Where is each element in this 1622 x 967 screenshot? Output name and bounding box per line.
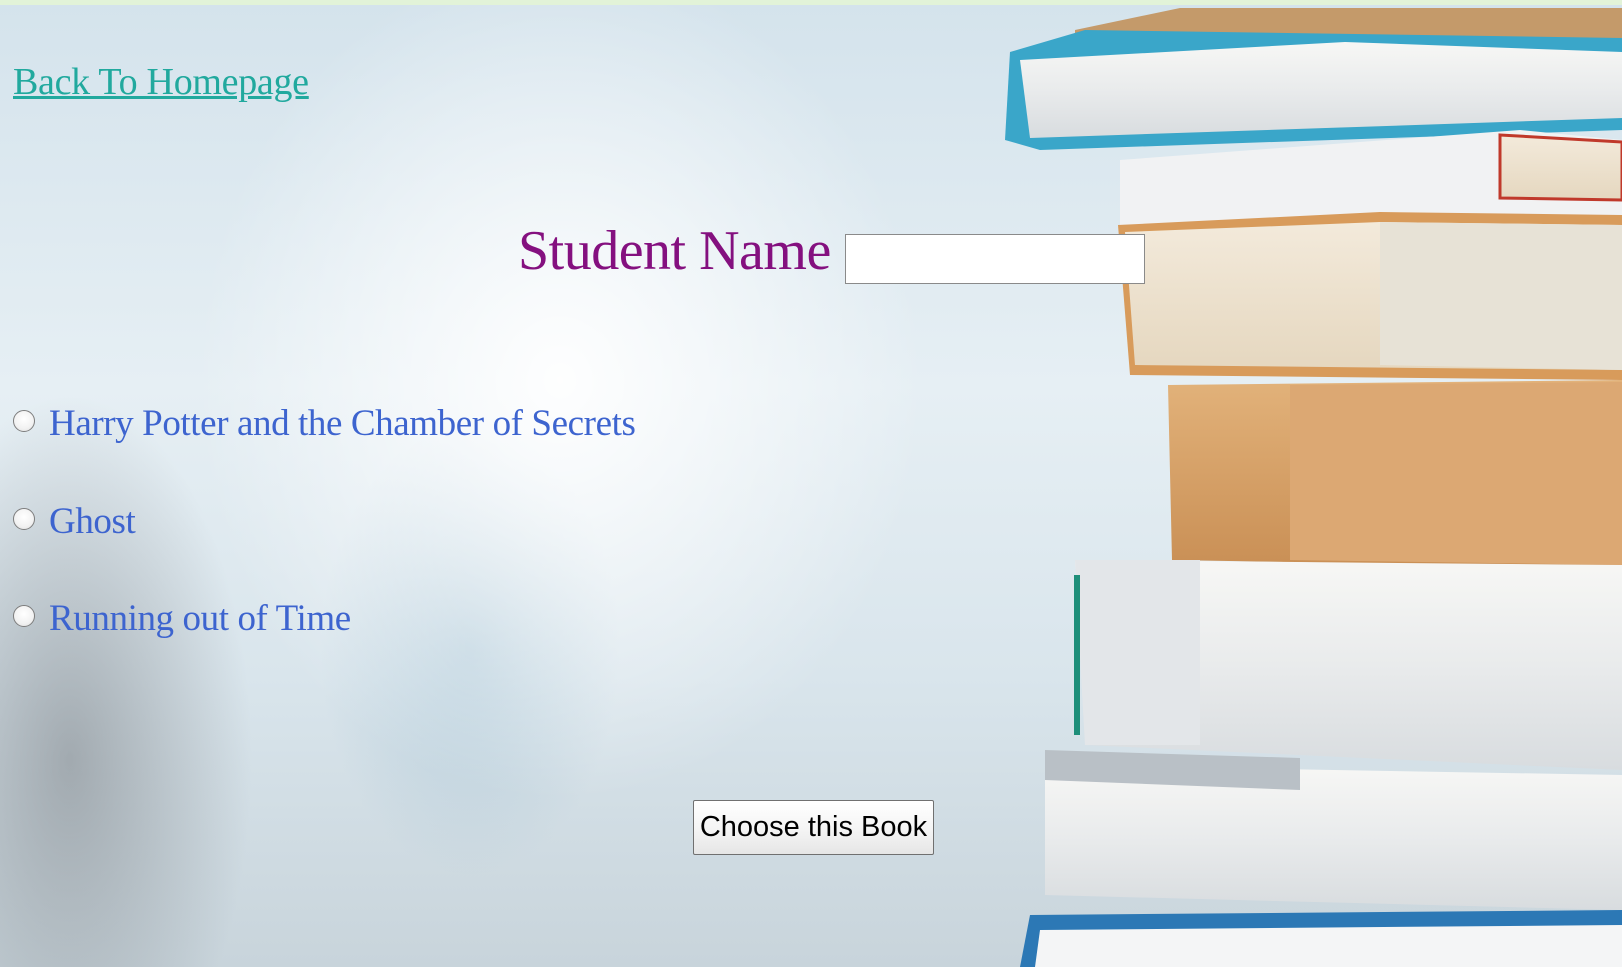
book-option-ghost[interactable]: Ghost [13, 500, 136, 543]
top-accent-strip [0, 0, 1622, 5]
student-name-row: Student Name [518, 218, 1145, 284]
radio-button[interactable] [13, 409, 35, 432]
back-to-homepage-link[interactable]: Back To Homepage [13, 60, 309, 104]
book-option-label: Harry Potter and the Chamber of Secrets [49, 403, 636, 444]
book-option-running-out-of-time[interactable]: Running out of Time [13, 597, 351, 640]
book-option-label: Running out of Time [49, 598, 351, 639]
radio-button[interactable] [13, 604, 35, 627]
student-name-label: Student Name [518, 220, 831, 282]
book-option-harry-potter[interactable]: Harry Potter and the Chamber of Secrets [13, 402, 636, 445]
student-name-input[interactable] [844, 234, 1145, 284]
book-option-label: Ghost [49, 501, 136, 542]
choose-this-book-button[interactable]: Choose this Book [693, 800, 934, 855]
radio-button[interactable] [13, 507, 35, 530]
